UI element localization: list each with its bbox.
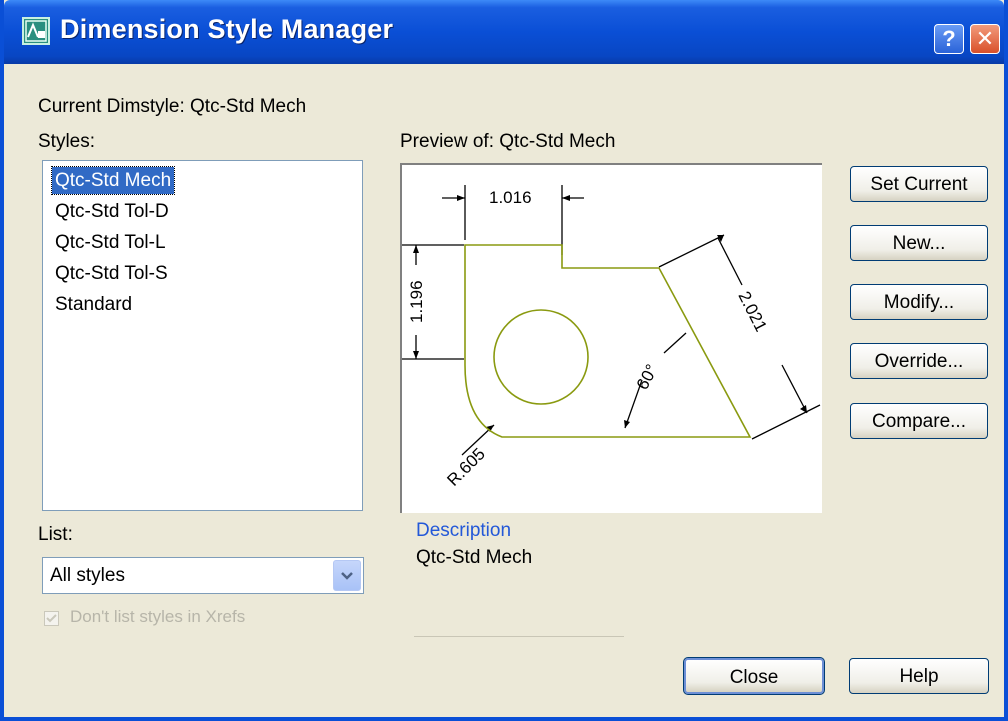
- description-divider: [414, 636, 624, 637]
- autocad-app-icon: [22, 17, 50, 45]
- description-text: Qtc-Std Mech: [416, 547, 533, 568]
- styles-label: Styles:: [38, 131, 96, 152]
- compare-button[interactable]: Compare...: [850, 403, 988, 439]
- modify-button[interactable]: Modify...: [850, 284, 988, 320]
- preview-label: Preview of: Qtc-Std Mech: [400, 131, 616, 152]
- style-item-qtc-std-tol-s[interactable]: Qtc-Std Tol-S: [52, 260, 171, 287]
- current-dimstyle-label: Current Dimstyle: Qtc-Std Mech: [38, 96, 307, 117]
- list-label: List:: [38, 524, 73, 545]
- dim-angle-text: 60°: [633, 361, 662, 393]
- help-icon: ?: [942, 26, 956, 51]
- set-current-button[interactable]: Set Current: [850, 166, 988, 202]
- dimension-style-manager-window: Dimension Style Manager ? ✕ Current Dims…: [0, 0, 1008, 721]
- style-item-qtc-std-tol-d[interactable]: Qtc-Std Tol-D: [52, 198, 172, 225]
- close-icon: ✕: [975, 26, 995, 51]
- style-item-qtc-std-mech[interactable]: Qtc-Std Mech: [50, 166, 176, 195]
- override-button[interactable]: Override...: [850, 343, 988, 379]
- dont-list-xref-label: Don't list styles in Xrefs: [70, 607, 246, 626]
- window-title: Dimension Style Manager: [60, 14, 394, 44]
- chevron-down-icon: [341, 572, 353, 580]
- dont-list-xref-checkbox[interactable]: [44, 611, 59, 626]
- dropdown-button[interactable]: [333, 560, 361, 591]
- list-filter-value: All styles: [50, 565, 125, 586]
- styles-listbox[interactable]: Qtc-Std Mech Qtc-Std Tol-D Qtc-Std Tol-L…: [42, 160, 363, 511]
- help-title-button[interactable]: ?: [934, 24, 964, 54]
- dim-vertical-text: 1.196: [407, 280, 426, 323]
- dimension-preview: 1.016 1.196 2.021 60° R.605: [400, 163, 822, 513]
- preview-drawing: 1.016 1.196 2.021 60° R.605: [402, 185, 821, 490]
- list-filter-select[interactable]: All styles: [42, 557, 364, 594]
- title-bar[interactable]: Dimension Style Manager ? ✕: [4, 0, 1004, 64]
- help-button[interactable]: Help: [849, 658, 989, 694]
- close-button[interactable]: Close: [683, 657, 825, 695]
- dim-aligned-text: 2.021: [734, 288, 770, 335]
- checkmark-icon: [46, 614, 57, 623]
- style-item-standard[interactable]: Standard: [52, 291, 135, 318]
- close-title-button[interactable]: ✕: [970, 24, 1000, 54]
- new-button[interactable]: New...: [850, 225, 988, 261]
- description-title: Description: [416, 520, 512, 541]
- dim-horizontal-text: 1.016: [489, 188, 532, 207]
- style-item-qtc-std-tol-l[interactable]: Qtc-Std Tol-L: [52, 229, 169, 256]
